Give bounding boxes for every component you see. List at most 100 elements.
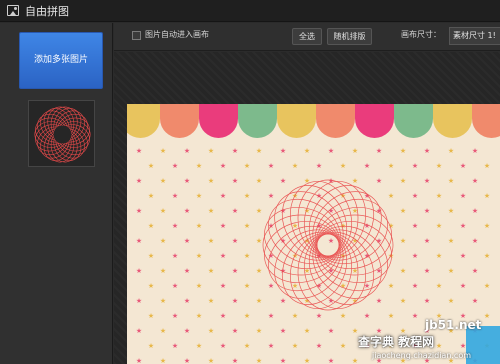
star-dot: ★ (159, 237, 167, 245)
star-dot: ★ (183, 147, 191, 155)
star-dot: ★ (279, 147, 287, 155)
star-dot: ★ (231, 327, 239, 335)
star-dot: ★ (447, 177, 455, 185)
star-dot: ★ (471, 177, 479, 185)
star-dot: ★ (231, 237, 239, 245)
star-dot: ★ (207, 357, 215, 364)
star-dot: ★ (195, 312, 203, 320)
star-dot: ★ (447, 237, 455, 245)
star-dot: ★ (327, 357, 335, 364)
star-dot: ★ (219, 252, 227, 260)
add-images-button[interactable]: 添加多张图片 (19, 32, 103, 89)
title-bar: 自由拼图 (0, 0, 500, 22)
canvas-size-select[interactable]: 素材尺寸 1! (449, 27, 500, 45)
star-dot: ★ (411, 222, 419, 230)
star-dot: ★ (231, 207, 239, 215)
star-dot: ★ (327, 147, 335, 155)
star-dot: ★ (255, 147, 263, 155)
star-dot: ★ (411, 192, 419, 200)
star-dot: ★ (459, 192, 467, 200)
star-dot: ★ (243, 222, 251, 230)
star-dot: ★ (483, 312, 491, 320)
star-dot: ★ (303, 357, 311, 364)
star-dot: ★ (207, 327, 215, 335)
star-dot: ★ (471, 297, 479, 305)
star-dot: ★ (483, 162, 491, 170)
star-dot: ★ (375, 147, 383, 155)
star-dot: ★ (315, 342, 323, 350)
auto-canvas-checkbox[interactable] (132, 31, 141, 40)
select-all-button[interactable]: 全选 (292, 28, 322, 45)
star-dot: ★ (159, 297, 167, 305)
star-dot: ★ (483, 192, 491, 200)
star-dot: ★ (171, 342, 179, 350)
star-dot: ★ (219, 312, 227, 320)
star-dot: ★ (183, 207, 191, 215)
star-dot: ★ (159, 177, 167, 185)
star-dot: ★ (411, 252, 419, 260)
window-title: 自由拼图 (25, 5, 69, 18)
star-dot: ★ (159, 267, 167, 275)
star-dot: ★ (435, 252, 443, 260)
star-dot: ★ (471, 147, 479, 155)
star-dot: ★ (135, 327, 143, 335)
star-dot: ★ (243, 312, 251, 320)
star-dot: ★ (339, 342, 347, 350)
star-dot: ★ (231, 267, 239, 275)
star-dot: ★ (303, 147, 311, 155)
auto-canvas-label: 图片自动进入画布 (145, 30, 209, 39)
star-dot: ★ (171, 282, 179, 290)
star-dot: ★ (255, 327, 263, 335)
star-dot: ★ (471, 267, 479, 275)
star-dot: ★ (195, 222, 203, 230)
star-dot: ★ (243, 192, 251, 200)
image-thumbnail[interactable] (28, 100, 95, 167)
star-dot: ★ (171, 252, 179, 260)
star-dot: ★ (231, 297, 239, 305)
star-dot: ★ (243, 282, 251, 290)
watermark-url: jiaocheng.chazidian.com (372, 351, 472, 360)
random-layout-button[interactable]: 随机排版 (327, 28, 372, 45)
star-dot: ★ (135, 177, 143, 185)
star-dot: ★ (447, 147, 455, 155)
star-dot: ★ (135, 357, 143, 364)
star-dot: ★ (195, 162, 203, 170)
star-dot: ★ (459, 222, 467, 230)
star-dot: ★ (447, 207, 455, 215)
star-dot: ★ (183, 237, 191, 245)
star-dot: ★ (327, 327, 335, 335)
star-dot: ★ (207, 177, 215, 185)
star-dot: ★ (411, 282, 419, 290)
star-dot: ★ (459, 282, 467, 290)
star-dot: ★ (135, 267, 143, 275)
star-dot: ★ (399, 147, 407, 155)
star-dot: ★ (147, 192, 155, 200)
star-dot: ★ (219, 282, 227, 290)
star-dot: ★ (183, 267, 191, 275)
star-dot: ★ (159, 357, 167, 364)
star-dot: ★ (171, 192, 179, 200)
star-dot: ★ (219, 222, 227, 230)
star-dot: ★ (435, 342, 443, 350)
star-dot: ★ (147, 342, 155, 350)
star-dot: ★ (159, 327, 167, 335)
star-dot: ★ (447, 297, 455, 305)
star-dot: ★ (207, 147, 215, 155)
star-dot: ★ (183, 327, 191, 335)
watermark-domain: jb51.net (425, 318, 482, 332)
star-dot: ★ (435, 162, 443, 170)
spirograph-image[interactable] (253, 170, 403, 320)
star-dot: ★ (219, 162, 227, 170)
star-dot: ★ (219, 192, 227, 200)
star-dot: ★ (171, 162, 179, 170)
image-icon (7, 5, 19, 16)
star-dot: ★ (207, 237, 215, 245)
star-dot: ★ (159, 207, 167, 215)
star-dot: ★ (147, 222, 155, 230)
star-dot: ★ (279, 357, 287, 364)
star-dot: ★ (423, 237, 431, 245)
star-dot: ★ (171, 312, 179, 320)
star-dot: ★ (195, 282, 203, 290)
star-dot: ★ (411, 312, 419, 320)
toolbar: 图片自动进入画布 全选 随机排版 画布尺寸： 素材尺寸 1! (114, 23, 500, 51)
